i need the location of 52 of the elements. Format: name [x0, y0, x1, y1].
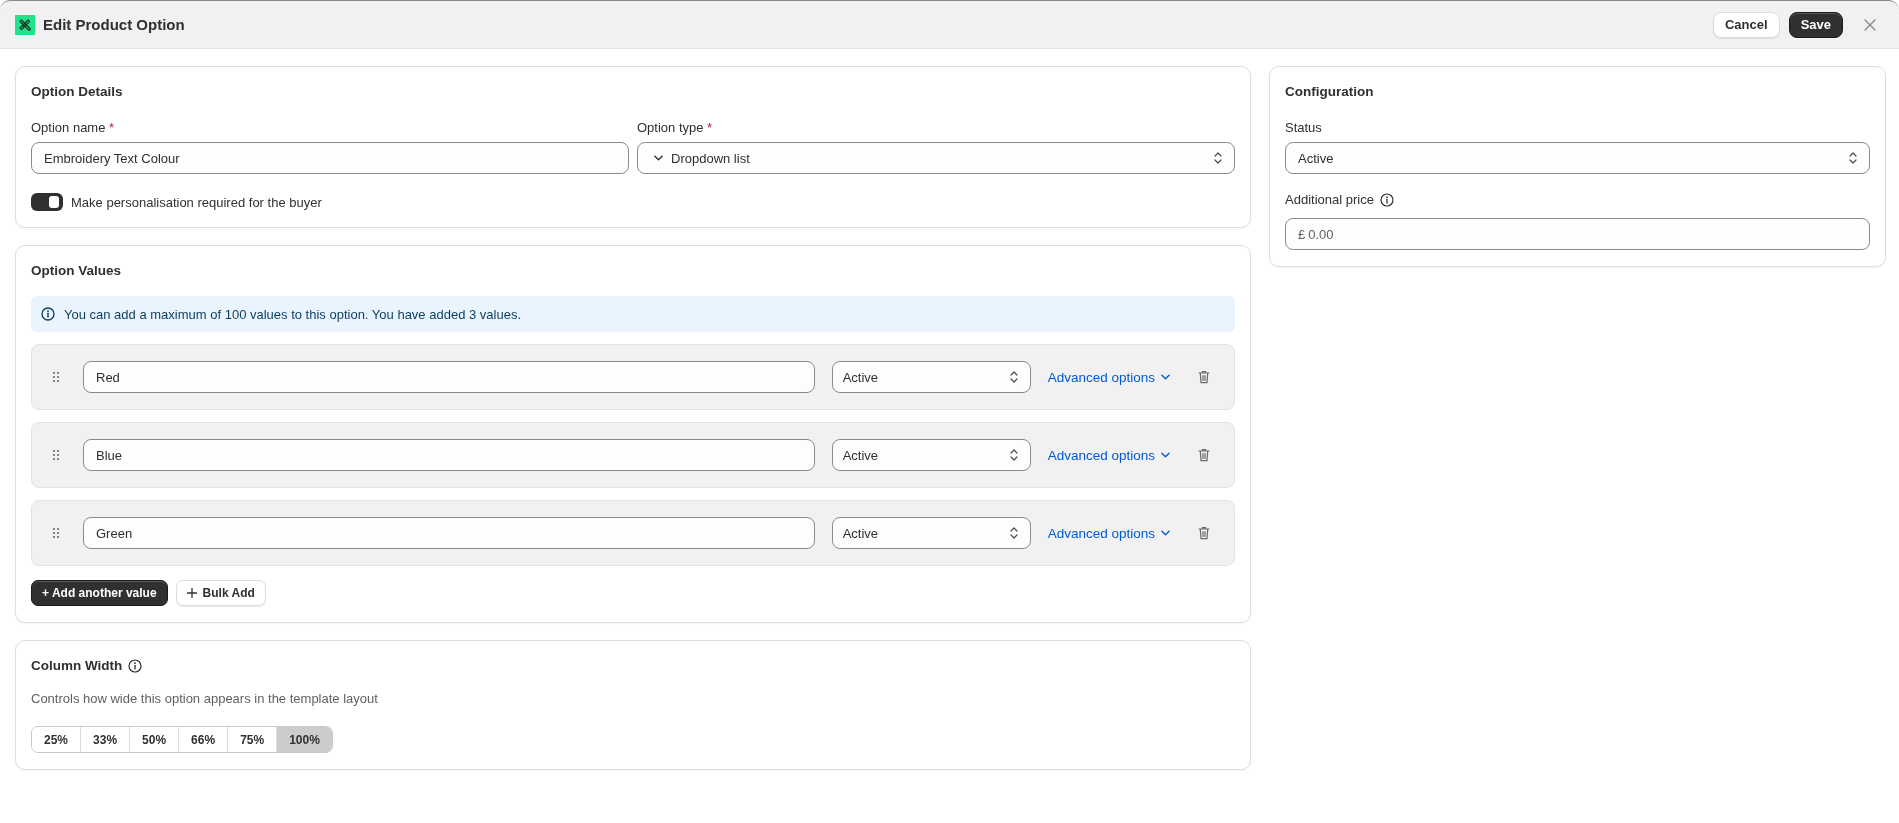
section-title: Option Values [31, 262, 123, 280]
toggle-switch[interactable] [31, 193, 63, 211]
width-option[interactable]: 25% [32, 727, 82, 752]
section-title: Option Details [31, 83, 124, 101]
save-button[interactable]: Save [1788, 11, 1843, 38]
field-label: Option type * [637, 120, 714, 136]
field-label: Status [1285, 120, 1323, 136]
drag-handle-icon[interactable] [52, 371, 60, 383]
value-name-field[interactable]: Blue [83, 439, 815, 471]
section-description: Controls how wide this option appears in the template layout [31, 690, 379, 708]
advanced-options-link[interactable]: Advanced options [1047, 447, 1170, 463]
chevron-up-down-icon [1009, 449, 1018, 461]
chevron-up-down-icon [1849, 152, 1857, 164]
section-title: Configuration [1285, 83, 1375, 101]
option-type-select[interactable]: Dropdown list [637, 142, 1235, 174]
status-select[interactable]: Active [831, 517, 1031, 549]
chevron-up-down-icon [1009, 371, 1018, 383]
app-logo-icon [15, 14, 35, 35]
toggle-label: Make personalisation required for the buyer [71, 194, 322, 210]
plus-icon [186, 588, 197, 598]
width-option[interactable]: 100% [277, 727, 332, 752]
info-message: You can add a maximum of 100 values to this option. You have added 3 values. [64, 306, 521, 322]
chevron-down-icon [1161, 374, 1170, 380]
drag-handle-icon[interactable] [52, 527, 60, 539]
value-name-field[interactable]: Red [83, 361, 815, 393]
info-icon [41, 307, 55, 321]
chevron-up-down-icon [1009, 527, 1018, 539]
status-select[interactable]: Active [831, 361, 1031, 393]
drag-handle-icon[interactable] [52, 449, 60, 461]
cancel-button[interactable]: Cancel [1713, 11, 1780, 38]
status-select[interactable]: Active [1285, 142, 1870, 174]
trash-icon[interactable] [1198, 370, 1210, 384]
trash-icon[interactable] [1198, 448, 1210, 462]
add-value-button[interactable]: + Add another value [31, 580, 168, 606]
advanced-options-link[interactable]: Advanced options [1047, 369, 1170, 385]
bulk-add-button[interactable]: Bulk Add [175, 580, 266, 606]
trash-icon[interactable] [1198, 526, 1210, 540]
field-label: Additional price [1285, 192, 1374, 208]
price-field[interactable]: £ 0.00 [1285, 218, 1870, 250]
field-label: Option name * [31, 120, 116, 136]
option-name-field[interactable]: Embroidery Text Colour [31, 142, 629, 174]
advanced-options-link[interactable]: Advanced options [1047, 525, 1170, 541]
chevron-up-down-icon [1214, 152, 1222, 164]
chevron-down-icon [1161, 530, 1170, 536]
chevron-down-icon [654, 155, 663, 161]
chevron-down-icon [1161, 452, 1170, 458]
dialog-title: Edit Product Option [43, 16, 185, 33]
info-icon[interactable] [1379, 193, 1394, 207]
info-icon[interactable] [128, 659, 143, 673]
value-name-field[interactable]: Green [83, 517, 815, 549]
status-select[interactable]: Active [831, 439, 1031, 471]
section-title: Column Width [31, 657, 123, 675]
